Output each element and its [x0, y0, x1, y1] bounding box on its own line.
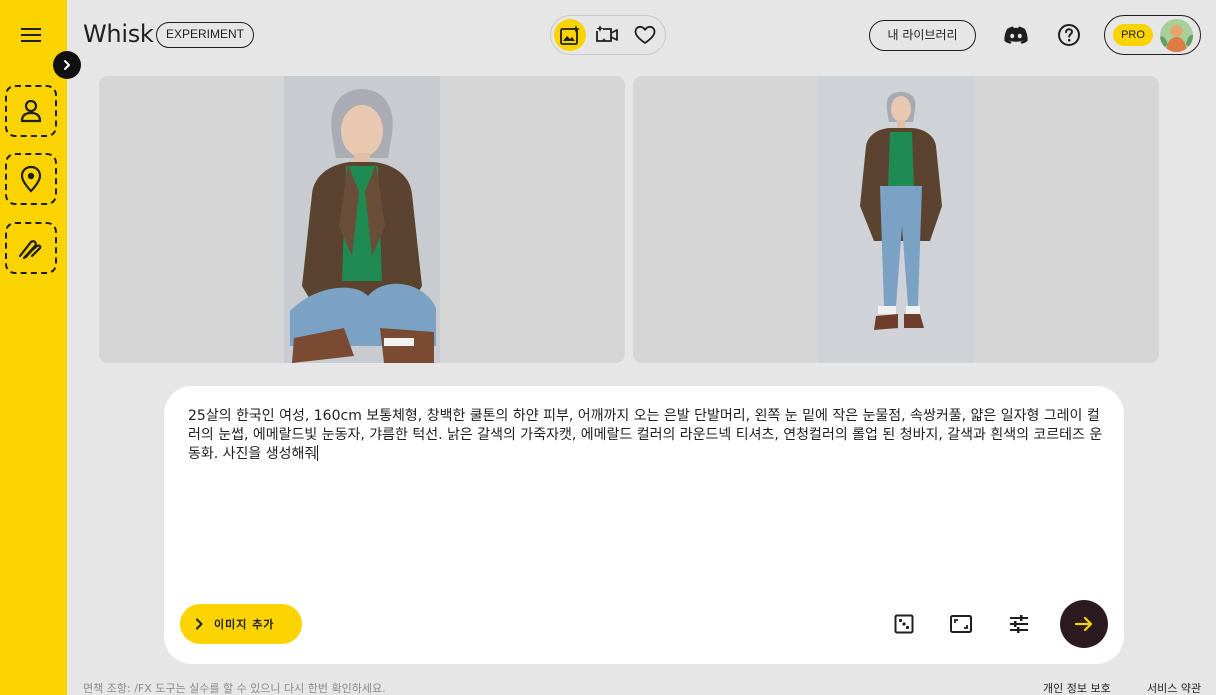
dice-icon[interactable]	[890, 610, 918, 638]
add-image-button[interactable]: 이미지 추가	[180, 604, 302, 644]
aspect-ratio-icon[interactable]	[947, 610, 975, 638]
image-sparkle-icon	[559, 24, 581, 46]
arrow-right-icon	[1073, 613, 1095, 635]
avatar	[1160, 19, 1193, 52]
favorites-mode-button[interactable]	[629, 19, 661, 51]
result-image-card[interactable]	[99, 76, 625, 363]
standing-portrait-image	[818, 76, 974, 363]
terms-link[interactable]: 서비스 약관	[1147, 680, 1201, 695]
seated-portrait-image	[284, 76, 440, 363]
style-slot[interactable]	[5, 222, 57, 274]
video-mode-button[interactable]	[591, 19, 623, 51]
experiment-badge: EXPERIMENT	[156, 22, 255, 48]
prompt-text: 25살의 한국인 여성, 160cm 보통체형, 창백한 쿨톤의 하얀 피부, …	[188, 408, 1103, 462]
my-library-button[interactable]: 내 라이브러리	[869, 20, 976, 51]
person-icon	[19, 98, 43, 124]
chevron-right-icon	[194, 618, 204, 630]
video-sparkle-icon	[595, 24, 619, 46]
location-pin-icon	[20, 165, 42, 193]
subject-slot[interactable]	[5, 85, 57, 137]
sidebar	[0, 0, 67, 695]
privacy-link[interactable]: 개인 정보 보호	[1043, 680, 1111, 695]
brush-icon	[17, 236, 45, 260]
account-button[interactable]: PRO	[1104, 15, 1201, 55]
scene-slot[interactable]	[5, 153, 57, 205]
help-circle-icon[interactable]	[1056, 22, 1082, 48]
send-button[interactable]	[1060, 600, 1108, 648]
discord-icon[interactable]	[1003, 22, 1029, 48]
chevron-right-icon[interactable]	[53, 51, 81, 79]
text-caret	[317, 445, 319, 461]
result-image-card[interactable]	[633, 76, 1159, 363]
heart-icon	[634, 25, 656, 45]
settings-sliders-icon[interactable]	[1005, 610, 1033, 638]
pro-badge: PRO	[1113, 24, 1153, 46]
menu-icon[interactable]	[17, 22, 45, 48]
prompt-input[interactable]: 25살의 한국인 여성, 160cm 보통체형, 창백한 쿨톤의 하얀 피부, …	[188, 407, 1104, 464]
add-image-label: 이미지 추가	[214, 618, 275, 631]
image-mode-button[interactable]	[554, 19, 586, 51]
brand-title: Whisk	[83, 20, 154, 48]
mode-switcher	[550, 15, 666, 55]
prompt-card: 25살의 한국인 여성, 160cm 보통체형, 창백한 쿨톤의 하얀 피부, …	[164, 386, 1124, 664]
disclaimer-text: 면책 조항: /FX 도구는 실수를 할 수 있으니 다시 한번 확인하세요.	[83, 682, 386, 695]
